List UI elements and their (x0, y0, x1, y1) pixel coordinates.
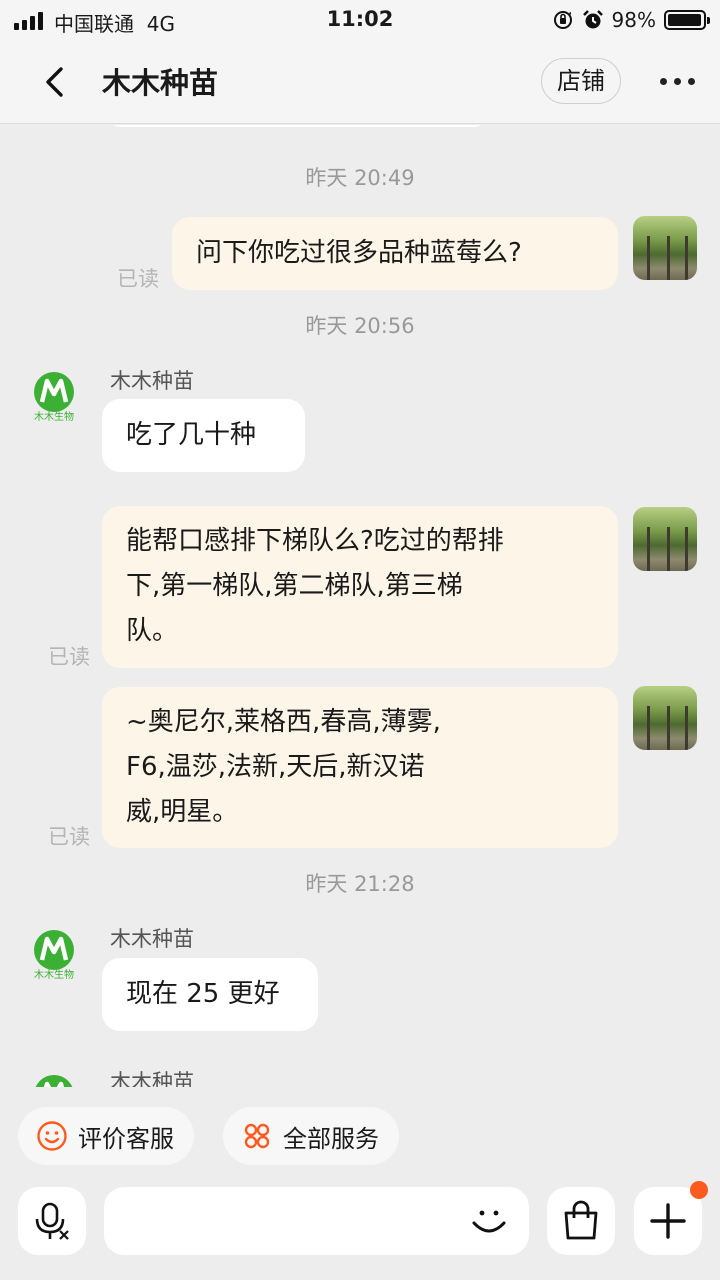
chat-header: 木木种苗 店铺 (0, 40, 720, 124)
read-receipt: 已读 (117, 267, 159, 291)
more-actions-button[interactable] (634, 1181, 708, 1255)
rate-service-button[interactable]: 评价客服 (18, 1107, 194, 1165)
all-services-button[interactable]: 全部服务 (223, 1107, 399, 1165)
shop-logo-text: 木木生物 (34, 410, 74, 422)
alarm-icon (582, 10, 603, 29)
voice-input-icon (35, 1202, 69, 1240)
message-list[interactable]: 昨天 20:49 问下你吃过很多品种蓝莓么? 已读 昨天 20:56 木木生物 … (0, 125, 720, 1087)
message-text-line: 能帮口感排下梯队么?吃过的帮排 (126, 526, 504, 556)
timestamp: 昨天 20:49 (305, 166, 415, 190)
shopping-bag-icon (564, 1200, 598, 1240)
smiley-icon (37, 1121, 67, 1151)
message-text: 吃了几十种 (126, 420, 257, 450)
message-bubble[interactable]: 能帮口感排下梯队么?吃过的帮排 下,第一梯队,第二梯队,第三梯 队。 (102, 506, 618, 668)
message-text-line: 威,明星。 (126, 797, 239, 827)
status-bar: 中国联通 4G 11:02 98% (0, 0, 720, 40)
back-arrow-icon[interactable] (36, 62, 76, 102)
message-text-line: F6,温莎,法新,天后,新汉诺 (126, 752, 425, 782)
read-receipt: 已读 (48, 645, 90, 669)
sender-name: 木木种苗 (110, 927, 194, 951)
shop-logo-avatar[interactable] (28, 1073, 80, 1087)
read-receipt: 已读 (48, 825, 90, 849)
timestamp: 昨天 20:56 (305, 314, 415, 338)
notification-dot (690, 1181, 708, 1199)
message-bubble[interactable]: 吃了几十种 (102, 399, 305, 472)
shop-logo-text: 木木生物 (34, 968, 74, 980)
more-options-icon[interactable] (654, 66, 702, 96)
emoji-icon[interactable] (469, 1201, 509, 1241)
message-bubble[interactable]: ~奥尼尔,莱格西,春高,薄雾, F6,温莎,法新,天后,新汉诺 威,明星。 (102, 687, 618, 848)
voice-input-button[interactable] (18, 1187, 86, 1255)
message-text-line: ~奥尼尔,莱格西,春高,薄雾, (126, 707, 441, 737)
timestamp: 昨天 21:28 (305, 872, 415, 896)
shop-bag-button[interactable] (547, 1187, 615, 1255)
my-avatar[interactable] (633, 686, 697, 750)
my-avatar[interactable] (633, 216, 697, 280)
previous-message-bubble (106, 125, 488, 127)
chip-label: 全部服务 (283, 1124, 379, 1153)
message-text-line: 下,第一梯队,第二梯队,第三梯 (126, 571, 463, 601)
status-right-group: 98% (552, 8, 710, 32)
message-text-line: 队。 (126, 616, 179, 646)
plus-icon (650, 1203, 686, 1239)
sender-name: 木木种苗 (110, 369, 194, 393)
shop-logo-avatar[interactable]: 木木生物 (28, 928, 80, 980)
battery-icon (664, 10, 710, 30)
message-bubble[interactable]: 现在 25 更好 (102, 958, 318, 1031)
sender-name: 木木种苗 (110, 1070, 194, 1087)
chip-label: 评价客服 (78, 1124, 174, 1153)
message-bubble[interactable]: 问下你吃过很多品种蓝莓么? (172, 217, 618, 290)
rotation-lock-icon (553, 11, 572, 29)
shop-logo-avatar[interactable]: 木木生物 (28, 370, 80, 422)
message-text: 问下你吃过很多品种蓝莓么? (196, 238, 522, 268)
page-title: 木木种苗 (102, 66, 219, 100)
bottom-panel: 评价客服 全部服务 (0, 1087, 720, 1280)
message-input[interactable] (104, 1187, 529, 1255)
grid-icon (244, 1123, 270, 1149)
store-button[interactable]: 店铺 (541, 58, 621, 104)
my-avatar[interactable] (633, 507, 697, 571)
message-text: 现在 25 更好 (126, 979, 280, 1009)
battery-percent: 98% (611, 8, 656, 32)
